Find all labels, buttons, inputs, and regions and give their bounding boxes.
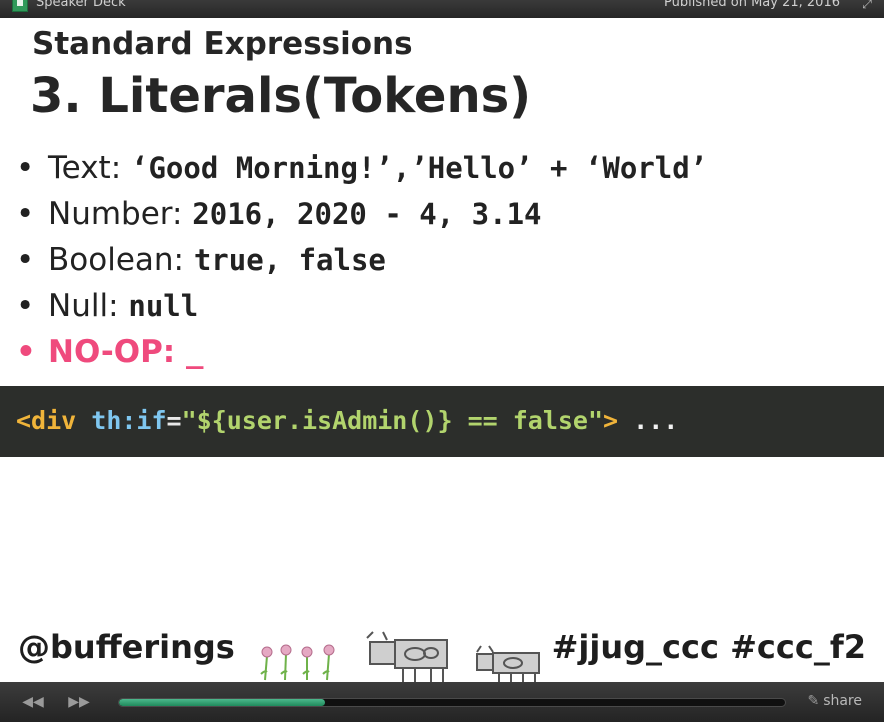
code-close: > xyxy=(603,406,619,435)
bullet-code: null xyxy=(128,289,199,323)
code-eq: = xyxy=(166,406,182,435)
code-value: "${user.isAdmin()} == false" xyxy=(181,406,604,435)
code-tag: <div xyxy=(16,406,77,435)
bullet-item: Number: 2016, 2020 - 4, 3.14 xyxy=(16,194,707,240)
bullet-code: _ xyxy=(186,335,204,369)
bullet-code: ‘Good Morning!’,’Hello’ + ‘World’ xyxy=(131,151,708,185)
code-rest: ... xyxy=(618,406,679,435)
bullet-label: Null: xyxy=(48,288,129,324)
brand-link[interactable]: Speaker Deck xyxy=(36,0,126,10)
bird-icon: ✎ xyxy=(807,693,820,709)
bullet-list: Text: ‘Good Morning!’,’Hello’ + ‘World’ … xyxy=(16,148,707,378)
slide-subtitle: Standard Expressions xyxy=(32,26,413,62)
progress-bar[interactable] xyxy=(118,698,786,707)
bullet-code: true, false xyxy=(193,243,386,277)
top-bar: Speaker Deck Published on May 21, 2016 ⤢ xyxy=(0,0,884,18)
bullet-label: Boolean: xyxy=(48,242,194,278)
bullet-item: Boolean: true, false xyxy=(16,240,707,286)
bullet-label: Text: xyxy=(48,150,131,186)
fullscreen-icon[interactable]: ⤢ xyxy=(860,0,874,11)
bullet-item: Null: null xyxy=(16,286,707,332)
code-block: <div th:if="${user.isAdmin()} == false">… xyxy=(0,386,884,457)
share-button[interactable]: ✎ share xyxy=(807,693,862,709)
footer-handle: @bufferings xyxy=(18,628,235,666)
speakerdeck-logo-icon[interactable] xyxy=(12,0,28,12)
bullet-item: Text: ‘Good Morning!’,’Hello’ + ‘World’ xyxy=(16,148,707,194)
slide: Standard Expressions 3. Literals(Tokens)… xyxy=(0,18,884,682)
code-attr: th:if xyxy=(76,406,167,435)
bullet-item-highlight: NO-OP: _ xyxy=(16,332,707,378)
bullet-label: NO-OP: xyxy=(48,334,187,370)
share-label: share xyxy=(823,693,862,709)
progress-fill xyxy=(119,699,326,706)
player-controls: ◀◀ ▶▶ ✎ share xyxy=(0,682,884,722)
bullet-label: Number: xyxy=(48,196,193,232)
rewind-icon[interactable]: ◀◀ xyxy=(22,694,44,710)
slide-title: 3. Literals(Tokens) xyxy=(30,68,532,124)
code-line: <div th:if="${user.isAdmin()} == false">… xyxy=(16,406,678,435)
flowers-and-cows-illustration xyxy=(260,631,540,682)
footer-hashtags: #jjug_ccc #ccc_f2 xyxy=(551,628,866,666)
fast-forward-icon[interactable]: ▶▶ xyxy=(68,694,90,710)
bullet-code: 2016, 2020 - 4, 3.14 xyxy=(192,197,542,231)
published-date: Published on May 21, 2016 xyxy=(664,0,840,10)
